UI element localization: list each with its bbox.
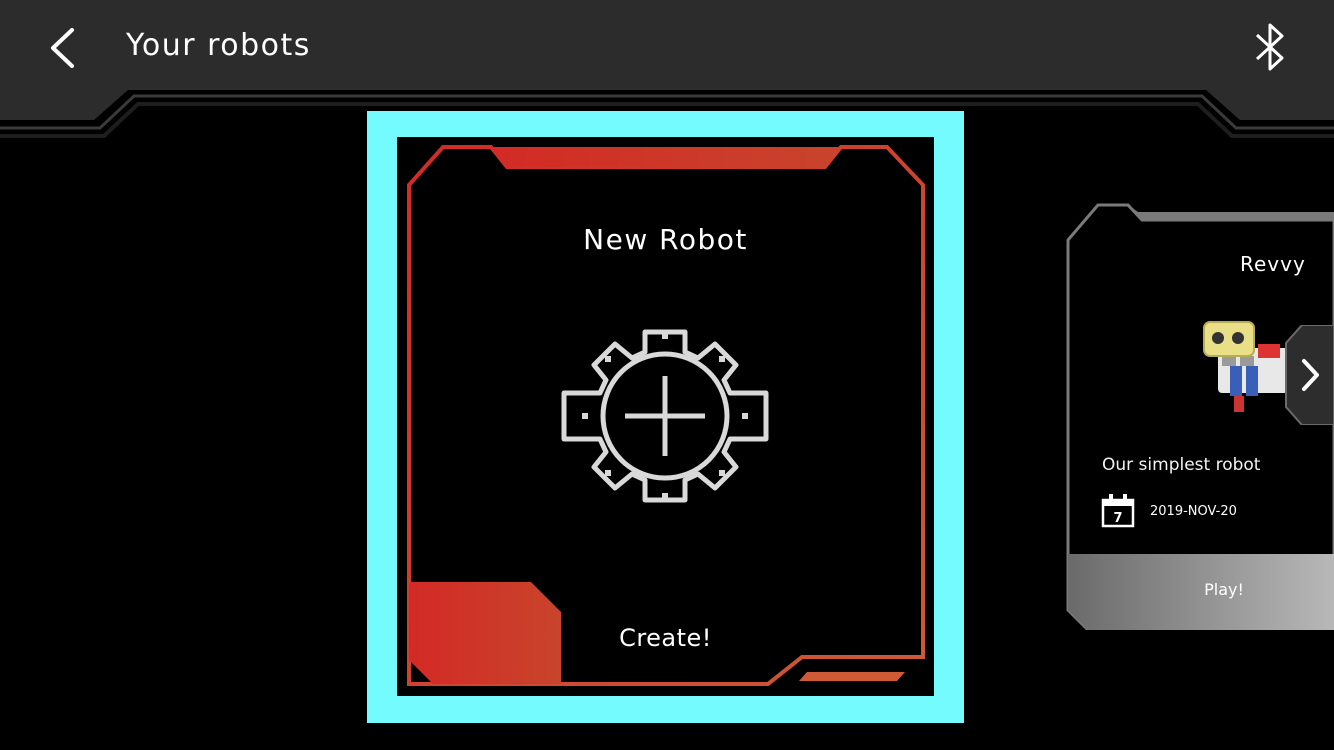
- next-robot-button[interactable]: [1284, 324, 1334, 426]
- chevron-left-icon: [51, 28, 74, 68]
- chevron-right-icon: [1285, 324, 1334, 426]
- play-button[interactable]: Play!: [1066, 580, 1334, 599]
- robot-description: Our simplest robot: [1102, 455, 1261, 475]
- new-robot-card[interactable]: New Robot Create!: [397, 137, 934, 696]
- bluetooth-button[interactable]: [1246, 18, 1296, 76]
- create-button[interactable]: Create!: [597, 624, 734, 652]
- bluetooth-icon: [1255, 23, 1284, 71]
- page-title: Your robots: [126, 28, 311, 63]
- new-robot-title: New Robot: [583, 223, 748, 256]
- back-button[interactable]: [40, 20, 90, 76]
- calendar-icon: 7: [1101, 494, 1135, 528]
- calendar-day: 7: [1113, 511, 1122, 526]
- gear-plus-icon: [561, 329, 769, 503]
- robot-date: 2019-NOV-20: [1150, 504, 1237, 519]
- robot-name: Revvy: [1240, 252, 1306, 276]
